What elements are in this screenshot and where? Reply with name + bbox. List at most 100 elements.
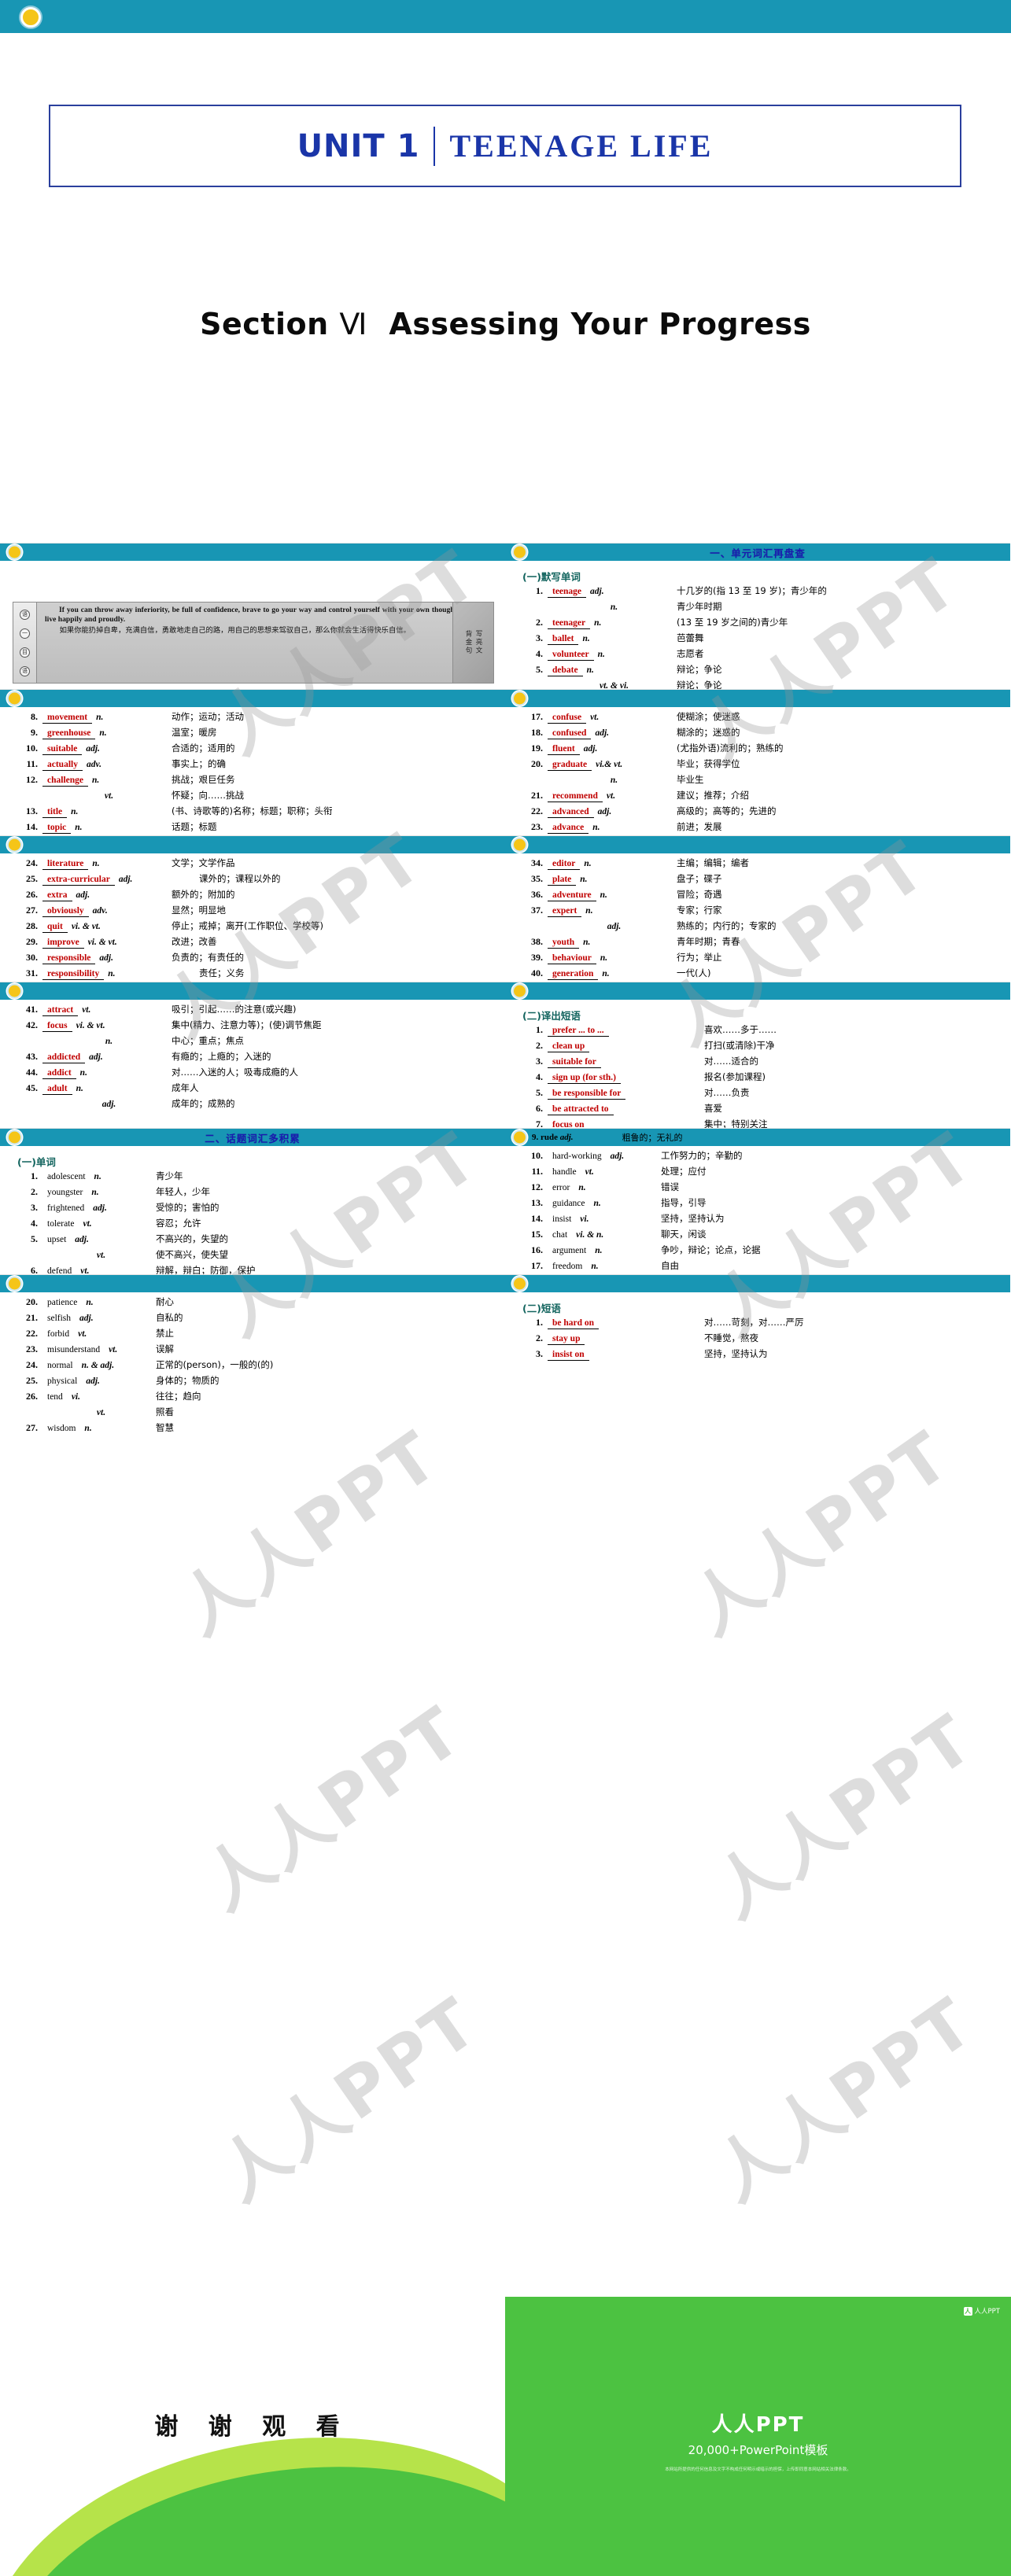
- quote-card: 语一目语 If you can throw away inferiority, b…: [13, 602, 494, 684]
- vocab-meaning: 糊涂的；迷惑的: [677, 727, 740, 738]
- topic-word-wrap: error n.: [543, 1182, 661, 1193]
- phrase-word-wrap: stay up: [543, 1333, 704, 1345]
- sub-heading: (二)短语: [522, 1303, 561, 1314]
- vocab-word-wrap: obviously adv.: [38, 905, 172, 917]
- vocab-pos: n.: [92, 859, 100, 868]
- slide-panel: (二)短语 1. be hard on 对……苛刻，对……严厉 2. stay up 不睡觉…: [505, 1274, 1010, 1421]
- vocab-meaning: 温室；暖房: [172, 727, 217, 738]
- topic-number: 14.: [531, 1213, 543, 1224]
- topic-row: 11. handle vt. 处理；应付: [505, 1166, 1010, 1177]
- phrase-row: 1. prefer ... to ... 喜欢……多于……: [505, 1025, 1010, 1037]
- vocab-pos: adv.: [86, 760, 102, 769]
- unit-name: TEENAGE LIFE: [449, 128, 714, 164]
- panel-band: [505, 1275, 1010, 1292]
- vocab-row: 34. editor n. 主编；编辑；编者: [505, 858, 1010, 870]
- topic-word-wrap: youngster n.: [38, 1187, 156, 1198]
- vocab-meaning: (尤指外语)流利的；熟练的: [677, 743, 784, 754]
- logo-mark-icon: 人: [963, 2306, 972, 2316]
- vocab-meaning: 冒险；奇遇: [677, 889, 722, 900]
- panel-content: 41. attract vt. 吸引；引起……的注意(或兴趣) 42. focus vi. …: [0, 1000, 505, 1128]
- vocab-meaning: 辩论；争论: [677, 664, 722, 675]
- sun-icon: [7, 1276, 22, 1292]
- vocab-row: 22. advanced adj. 高级的；高等的；先进的: [505, 806, 1010, 818]
- vocab-word-wrap: plate n.: [543, 874, 677, 886]
- topic-word-wrap: tend vi.: [38, 1391, 156, 1402]
- slide-panel: 41. attract vt. 吸引；引起……的注意(或兴趣) 42. focus vi. …: [0, 982, 505, 1128]
- vocab-word-wrap: vt.: [38, 790, 172, 802]
- vocab-pos: adj.: [590, 587, 604, 596]
- vocab-pos: adj.: [607, 922, 622, 931]
- topic-word-wrap: insist vi.: [543, 1214, 661, 1225]
- vocab-pos: n.: [71, 807, 79, 816]
- vocab-row: 41. attract vt. 吸引；引起……的注意(或兴趣): [0, 1004, 505, 1016]
- vocab-word-wrap: topic n.: [38, 822, 172, 834]
- vocab-pos: vi. & vt.: [71, 922, 101, 931]
- topic-word: hard-working: [552, 1152, 602, 1161]
- topic-pos: adj.: [75, 1235, 89, 1244]
- phrase-meaning: 对……负责: [704, 1087, 750, 1098]
- vocab-row: n. 中心；重点；焦点: [0, 1036, 505, 1047]
- vocab-meaning: 志愿者: [677, 648, 704, 659]
- topic-word: insist: [552, 1214, 572, 1224]
- vocab-number: 20.: [531, 758, 543, 769]
- vocab-meaning: 青少年时期: [677, 601, 722, 612]
- thanks-text: 谢 谢 观 看: [154, 2413, 351, 2441]
- topic-meaning: 禁止: [156, 1328, 174, 1339]
- vocab-word-wrap: focus vi. & vt.: [38, 1020, 172, 1032]
- section-prefix: Section: [200, 307, 329, 341]
- vocab-number: 25.: [26, 873, 38, 884]
- vocab-word-wrap: attract vt.: [38, 1004, 172, 1016]
- topic-meaning: 争吵，辩论；论点，论据: [661, 1244, 761, 1255]
- topic-row: 12. error n. 错误: [505, 1182, 1010, 1193]
- title-slide: UNIT 1 TEENAGE LIFE Section Ⅵ Assessing …: [0, 0, 1011, 543]
- vocab-word-wrap: extra-curricular adj.: [38, 874, 199, 886]
- vocab-pos: adj.: [597, 807, 612, 816]
- topic-word-wrap: frightened adj.: [38, 1203, 156, 1214]
- vocab-number: 3.: [536, 632, 543, 643]
- vocab-meaning: 成年人: [172, 1082, 199, 1093]
- sun-icon: [512, 837, 527, 853]
- vocab-pos: n.: [76, 1084, 83, 1093]
- unit-divider: [434, 126, 436, 166]
- vocab-number: 24.: [26, 857, 38, 868]
- panel-band-title: 二、话题词汇多积累: [205, 1132, 301, 1144]
- topic-number: 3.: [31, 1202, 38, 1213]
- vocab-row: 19. fluent adj. (尤指外语)流利的；熟练的: [505, 743, 1010, 755]
- vocab-meaning: 文学；文学作品: [172, 857, 235, 868]
- phrase-word-wrap: be attracted to: [543, 1104, 704, 1115]
- vocab-row: 24. literature n. 文学；文学作品: [0, 857, 505, 870]
- vocab-word-wrap: responsible adj.: [38, 953, 172, 964]
- vocab-meaning: (13 至 19 岁之间的)青少年: [677, 617, 788, 628]
- vocab-word: advance: [548, 823, 589, 834]
- topic-meaning: 误解: [156, 1343, 174, 1354]
- vocab-word-wrap: fluent adj.: [543, 743, 677, 755]
- topic-word-wrap: guidance n.: [543, 1198, 661, 1209]
- footer-slide: 谢 谢 观 看 人 人人PPT 人人PPT 20,000+PowerPoint模…: [0, 2297, 1011, 2576]
- topic-word: physical: [47, 1376, 78, 1386]
- vocab-pos: vt.: [104, 791, 114, 801]
- panel-band: [505, 836, 1010, 853]
- vocab-row: 14. topic n. 话题；标题: [0, 821, 505, 834]
- vocab-number: 44.: [26, 1067, 38, 1078]
- band-row-word: rude: [541, 1133, 558, 1142]
- topic-meaning: 指导，引导: [661, 1197, 707, 1208]
- topic-word: misunderstand: [47, 1345, 101, 1354]
- vocab-word-wrap: volunteer n.: [543, 649, 677, 661]
- quote-spine-icon: 语: [20, 609, 30, 620]
- vocab-meaning: 青年时期；青春: [677, 936, 740, 947]
- phrase-row: 3. suitable for 对……适合的: [505, 1056, 1010, 1068]
- topic-word-wrap: upset adj.: [38, 1234, 156, 1245]
- vocab-pos: n.: [580, 875, 588, 884]
- header-band: [0, 0, 1011, 33]
- vocab-row: 3. ballet n. 芭蕾舞: [505, 632, 1010, 645]
- vocab-number: 14.: [26, 821, 38, 832]
- vocab-word-wrap: adj.: [38, 1099, 172, 1110]
- topic-meaning: 不高兴的，失望的: [156, 1233, 228, 1244]
- quote-tab: 背金句 写亮文: [452, 603, 493, 683]
- panel-band-row: 9. rude adj. 粗鲁的；无礼的: [505, 1129, 1010, 1146]
- vocab-word-wrap: graduate vi.& vt.: [543, 759, 677, 771]
- topic-word-wrap: handle vt.: [543, 1166, 661, 1177]
- vocab-pos: n.: [585, 906, 593, 916]
- quote-spine-icon: 目: [20, 647, 30, 658]
- topic-row: 10. hard-working adj. 工作努力的；辛勤的: [505, 1151, 1010, 1162]
